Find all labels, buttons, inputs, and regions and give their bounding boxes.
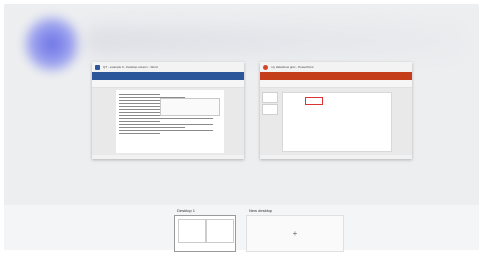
selected-shape [305,97,323,105]
slide-thumbnail [262,104,278,115]
mini-window [178,219,206,243]
window-title: my slideshow pptx - PowerPoint [271,65,314,69]
powerpoint-window-thumbnail[interactable]: my slideshow pptx - PowerPoint [260,62,412,159]
mini-window [206,219,234,243]
word-app-icon [95,64,100,70]
slide-canvas [282,92,392,152]
slide-thumbnail [262,92,278,103]
ribbon-toolbar [260,80,412,88]
document-page [116,90,224,153]
wallpaper-glow [22,14,82,74]
ribbon-tabs [260,72,412,80]
column-options-popup [160,98,220,116]
status-bar [92,155,244,159]
powerpoint-app-icon [263,64,268,70]
wallpaper-haze [84,26,464,56]
window-caption: QT - example 0 - Desktop column - Word [92,62,244,72]
new-desktop-button[interactable]: + [246,215,344,252]
status-bar [260,155,412,159]
plus-icon: + [292,229,298,238]
virtual-desktops-bar: Desktop 1 New desktop + [4,205,479,252]
window-title: QT - example 0 - Desktop column - Word [103,65,158,69]
desktop-1-thumbnail[interactable] [174,215,236,252]
window-caption: my slideshow pptx - PowerPoint [260,62,412,72]
ribbon-tabs [92,72,244,80]
ribbon-toolbar [92,80,244,88]
desktop-1-label: Desktop 1 [177,208,196,213]
word-window-thumbnail[interactable]: QT - example 0 - Desktop column - Word [92,62,244,159]
new-desktop-label: New desktop [249,208,273,213]
